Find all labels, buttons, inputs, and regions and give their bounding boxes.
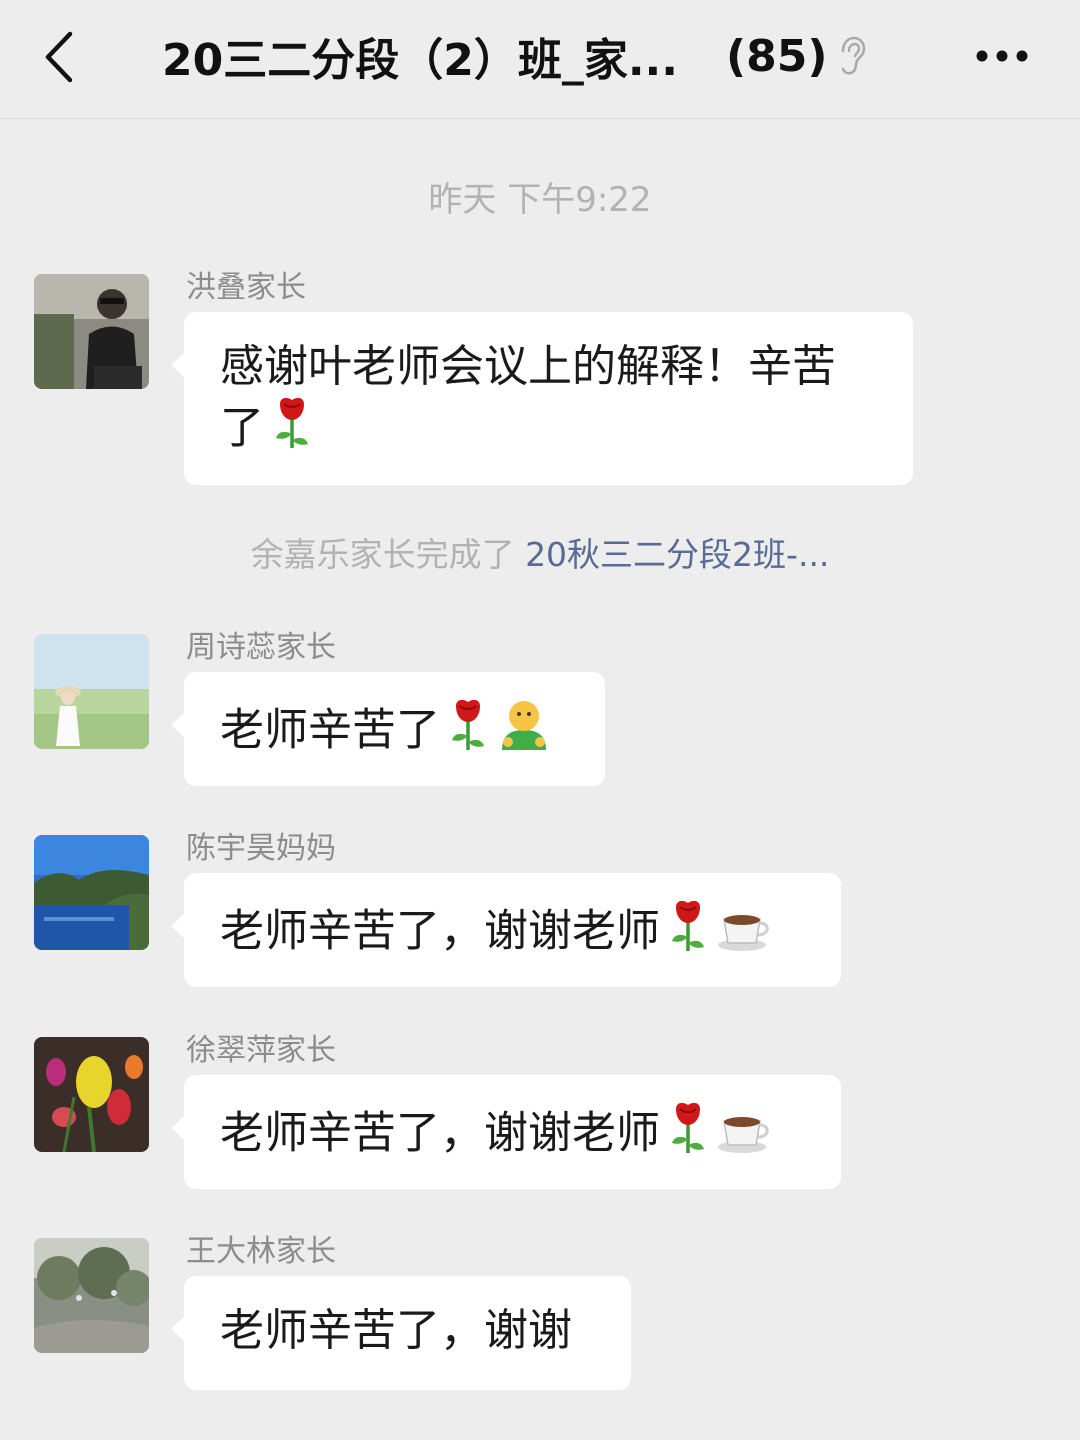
chat-header: 20三二分段（2）班_家... (85) [0, 0, 1080, 119]
message-text: 老师辛苦了，谢谢老师 [220, 905, 660, 957]
avatar-image [34, 1037, 149, 1152]
rose-emoji [448, 698, 488, 767]
avatar[interactable] [34, 634, 149, 749]
system-message: 余嘉乐家长完成了 20秋三二分段2班-... [0, 528, 1080, 576]
avatar-image [34, 274, 149, 389]
chat-title: 20三二分段（2）班_家... (85) [162, 26, 867, 86]
back-arrow-icon [45, 31, 73, 83]
message-text: 老师辛苦了 [220, 704, 440, 756]
coffee-emoji [716, 899, 772, 968]
sender-name: 陈宇昊妈妈 [186, 831, 336, 866]
more-dots-icon [976, 50, 1028, 62]
message-text: 老师辛苦了，谢谢老师 [220, 1107, 660, 1159]
message-bubble[interactable]: 老师辛苦了，谢谢老师 [171, 873, 841, 987]
more-button[interactable] [966, 30, 1038, 82]
timestamp-label: 昨天 下午9:22 [428, 180, 652, 220]
avatar[interactable] [34, 1037, 149, 1152]
avatar-image [34, 634, 149, 749]
sender-name: 周诗蕊家长 [186, 630, 336, 665]
sender-name: 徐翠萍家长 [186, 1033, 336, 1068]
sender-name: 洪叠家长 [186, 270, 306, 305]
system-message-link[interactable]: 20秋三二分段2班-... [525, 535, 829, 574]
avatar[interactable] [34, 274, 149, 389]
message-bubble[interactable]: 老师辛苦了，谢谢老师 [171, 1075, 841, 1189]
rose-emoji [668, 1101, 708, 1170]
avatar-image [34, 1238, 149, 1353]
avatar-image [34, 835, 149, 950]
rose-emoji [668, 899, 708, 968]
ear-icon [842, 36, 866, 75]
message-bubble[interactable]: 老师辛苦了，谢谢 [171, 1276, 631, 1390]
avatar[interactable] [34, 835, 149, 950]
system-message-text: 余嘉乐家长完成了 [250, 535, 515, 574]
message-bubble[interactable]: 感谢叶老师会议上的解释！辛苦了 [171, 312, 913, 485]
rose-emoji [272, 396, 312, 465]
avatar[interactable] [34, 1238, 149, 1353]
sender-name: 王大林家长 [186, 1234, 336, 1269]
message-bubble[interactable]: 老师辛苦了 [171, 672, 605, 786]
group-name: 20三二分段（2）班_家... [162, 35, 678, 86]
message-text: 老师辛苦了，谢谢 [220, 1305, 572, 1356]
coffee-emoji [716, 1101, 772, 1170]
member-count: (85) [726, 30, 828, 82]
person-emoji [496, 698, 552, 767]
message-text: 感谢叶老师会议上的解释！辛苦了 [220, 341, 836, 454]
back-button[interactable] [28, 22, 98, 92]
